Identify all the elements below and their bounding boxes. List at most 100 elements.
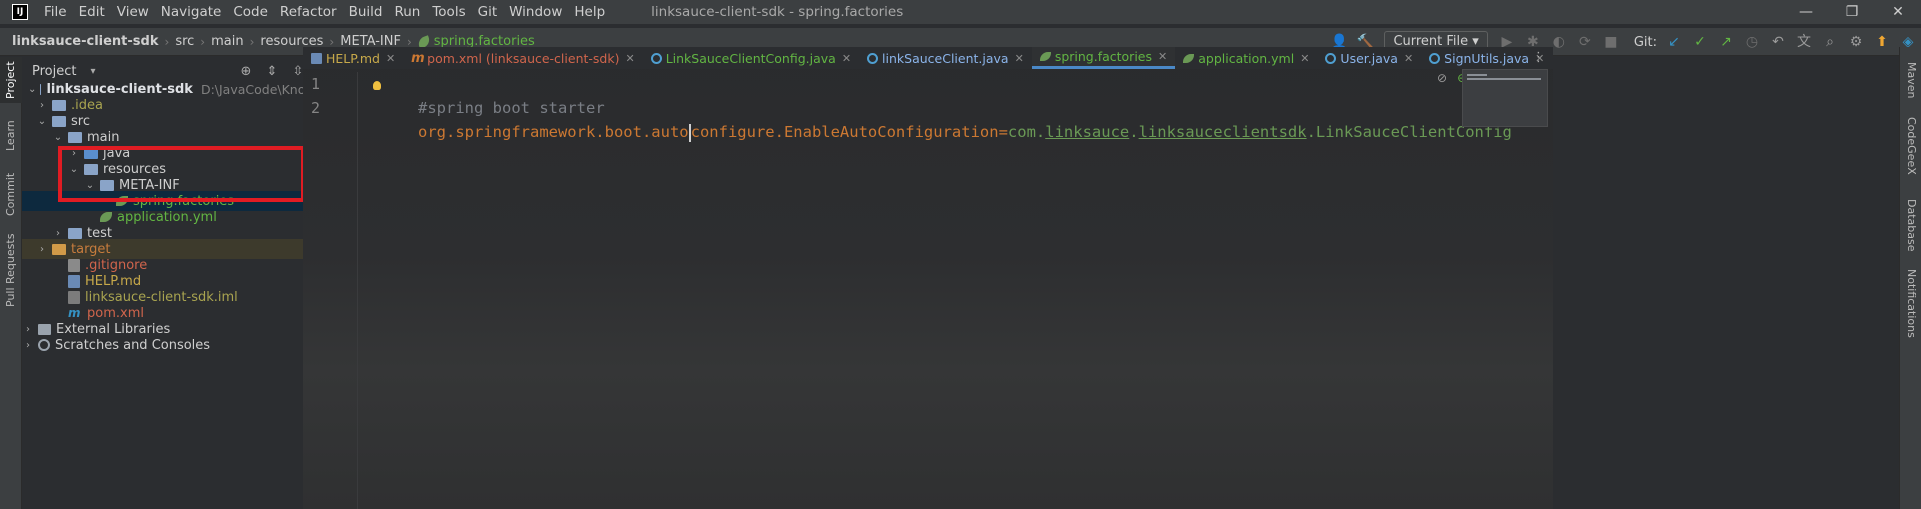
git-commit-icon[interactable]: ✓ xyxy=(1689,31,1711,53)
translate-icon[interactable]: 文 xyxy=(1793,31,1815,53)
git-push-icon[interactable]: ↗ xyxy=(1715,31,1737,53)
menu-run[interactable]: Run xyxy=(388,4,426,20)
code-content[interactable]: # spring boot starter org.springframework… xyxy=(362,72,1512,144)
code-line-1[interactable]: # spring boot starter xyxy=(362,72,605,117)
tab-label: HELP.md xyxy=(326,50,380,66)
java-class-icon xyxy=(650,52,662,64)
menu-code[interactable]: Code xyxy=(227,4,274,20)
tab-spring-factories[interactable]: spring.factories ✕ xyxy=(1031,47,1176,69)
reader-mode-icon[interactable]: ⊘ xyxy=(1437,71,1447,85)
libraries-icon xyxy=(38,323,51,335)
breadcrumb-separator: › xyxy=(200,34,206,49)
close-icon[interactable]: ✕ xyxy=(1015,52,1024,65)
intellij-logo-icon: IJ xyxy=(12,4,28,20)
property-value-part: linksauceclientsdk xyxy=(1138,123,1307,141)
menu-build[interactable]: Build xyxy=(343,4,389,20)
line-number: 2 xyxy=(311,99,321,117)
stop-icon[interactable]: ■ xyxy=(1600,31,1622,53)
tab-help-md[interactable]: HELP.md ✕ xyxy=(303,47,403,69)
lightbulb-icon[interactable] xyxy=(373,81,381,90)
chevron-right-icon[interactable]: › xyxy=(36,244,48,255)
property-equals: = xyxy=(998,123,1008,141)
minimize-button[interactable]: — xyxy=(1783,0,1829,24)
menu-file[interactable]: File xyxy=(38,4,73,20)
git-update-icon[interactable]: ↙ xyxy=(1663,31,1685,53)
markdown-file-icon xyxy=(68,274,80,288)
left-tool-stripe: Project Learn Commit Pull Requests xyxy=(0,57,22,509)
menu-help[interactable]: Help xyxy=(568,4,611,20)
tab-pom-xml[interactable]: m pom.xml (linksauce-client-sdk) ✕ xyxy=(403,47,643,69)
gitignore-file-icon xyxy=(68,258,80,272)
menu-git[interactable]: Git xyxy=(472,4,504,20)
tool-tab-project[interactable]: Project xyxy=(0,57,22,103)
chevron-right-icon[interactable]: › xyxy=(22,340,34,351)
property-value-part: com. xyxy=(1007,123,1046,141)
project-panel-title[interactable]: Project xyxy=(32,64,76,79)
breadcrumb-project[interactable]: linksauce-client-sdk xyxy=(12,34,159,49)
locate-target-icon[interactable]: ⊕ xyxy=(233,64,259,79)
tab-linksauce-client[interactable]: linkSauceClient.java ✕ xyxy=(859,47,1032,69)
maven-file-icon: m xyxy=(68,305,81,320)
maven-file-icon: m xyxy=(411,50,425,66)
menu-tools[interactable]: Tools xyxy=(426,4,471,20)
module-folder-icon xyxy=(40,83,42,95)
close-icon[interactable]: ✕ xyxy=(1300,52,1309,65)
minimap-line xyxy=(1467,78,1541,80)
tool-tab-learn[interactable]: Learn xyxy=(0,113,22,159)
breadcrumb-separator: › xyxy=(164,34,170,49)
tab-label: linkSauceClient.java xyxy=(882,50,1009,66)
module-file-icon xyxy=(68,290,80,304)
excluded-folder-icon xyxy=(52,243,66,255)
tree-item-label: Scratches and Consoles xyxy=(55,337,211,353)
chevron-right-icon[interactable]: › xyxy=(22,324,34,335)
rollback-icon[interactable]: ↶ xyxy=(1767,31,1789,53)
chevron-down-icon[interactable]: ▾ xyxy=(90,66,95,77)
expand-all-icon[interactable]: ⇕ xyxy=(259,64,285,79)
breadcrumb-src[interactable]: src xyxy=(175,34,194,49)
title-bar: IJ File Edit View Navigate Code Refactor… xyxy=(0,0,1921,24)
update-icon[interactable]: ⬆ xyxy=(1871,31,1893,53)
menu-refactor[interactable]: Refactor xyxy=(274,4,343,20)
close-icon[interactable]: ✕ xyxy=(1158,50,1167,63)
close-icon[interactable]: ✕ xyxy=(842,52,851,65)
tool-tab-pull-requests[interactable]: Pull Requests xyxy=(0,229,22,311)
breadcrumb-main[interactable]: main xyxy=(211,34,243,49)
chevron-down-icon[interactable]: ⌄ xyxy=(28,84,36,95)
tool-tab-commit[interactable]: Commit xyxy=(0,169,22,219)
chevron-down-icon[interactable]: ⌄ xyxy=(36,116,48,127)
line-number-gutter: 1 2 xyxy=(303,72,358,509)
close-icon[interactable]: ✕ xyxy=(386,52,395,65)
tab-user-java[interactable]: User.java ✕ xyxy=(1317,47,1421,69)
close-icon[interactable]: ✕ xyxy=(625,52,634,65)
editor-tabs: HELP.md ✕ m pom.xml (linksauce-client-sd… xyxy=(303,47,1553,69)
menu-navigate[interactable]: Navigate xyxy=(155,4,228,20)
tool-tab-notifications[interactable]: Notifications xyxy=(1900,263,1921,343)
spring-leaf-icon xyxy=(1039,52,1051,61)
code-minimap[interactable] xyxy=(1462,69,1548,127)
menu-window[interactable]: Window xyxy=(503,4,568,20)
right-tool-stripe: Maven CodeGeeX Database Notifications xyxy=(1899,47,1921,509)
tool-tab-database[interactable]: Database xyxy=(1900,193,1921,257)
line-number: 1 xyxy=(311,75,321,93)
breadcrumb-separator: › xyxy=(249,34,255,49)
tool-tab-codegeex[interactable]: CodeGeeX xyxy=(1900,113,1921,179)
chevron-right-icon[interactable]: › xyxy=(52,228,64,239)
history-icon[interactable]: ◷ xyxy=(1741,31,1763,53)
close-window-button[interactable]: ✕ xyxy=(1875,0,1921,24)
tab-linksauce-client-config[interactable]: LinkSauceClientConfig.java ✕ xyxy=(643,47,859,69)
more-vertical-icon[interactable]: ⋮ xyxy=(1532,47,1545,69)
chevron-right-icon[interactable]: › xyxy=(36,100,48,111)
close-icon[interactable]: ✕ xyxy=(1404,52,1413,65)
chevron-down-icon[interactable]: ⌄ xyxy=(52,132,64,143)
menu-view[interactable]: View xyxy=(111,4,155,20)
code-line-2[interactable]: org.springframework.boot.auto configure.E… xyxy=(362,96,1512,142)
menu-edit[interactable]: Edit xyxy=(73,4,111,20)
tab-label: LinkSauceClientConfig.java xyxy=(665,50,836,66)
tool-tab-maven[interactable]: Maven xyxy=(1900,55,1921,105)
settings-gear-icon[interactable]: ⚙ xyxy=(1845,31,1867,53)
search-icon[interactable]: ⌕ xyxy=(1819,31,1841,53)
property-value-part: linksauce xyxy=(1045,123,1130,141)
more-run-icon[interactable]: ⟳ xyxy=(1574,31,1596,53)
restore-button[interactable]: ❐ xyxy=(1829,0,1875,24)
tab-application-yml[interactable]: application.yml ✕ xyxy=(1175,47,1317,69)
